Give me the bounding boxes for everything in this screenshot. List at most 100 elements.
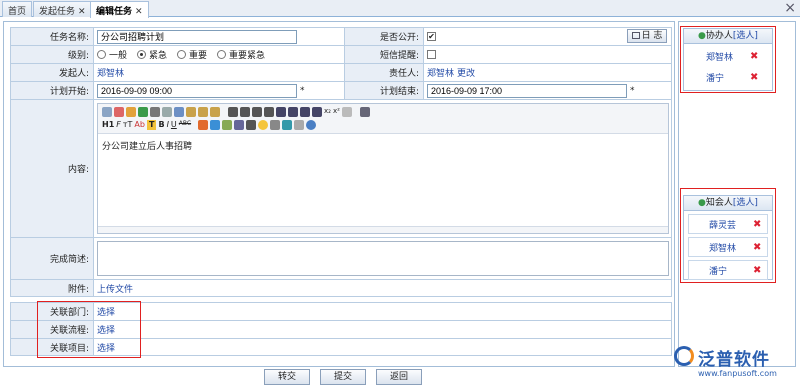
font-family-icon[interactable]: F: [116, 120, 121, 130]
heading-icon[interactable]: H1: [102, 120, 114, 130]
required-mark: *: [300, 85, 305, 96]
editor-resize-bar[interactable]: [98, 226, 668, 233]
toolbar-row-1: x₂ x²: [102, 107, 370, 117]
align-left-icon[interactable]: [228, 107, 238, 117]
task-form: 任务名称: 是否公开: ✔ 日 志 级别: 一般 紧急 重要 重要紧急 短信提醒…: [3, 21, 675, 367]
editor-toolbar: x₂ x² H1 F тT Ab T B I U ABC: [98, 104, 668, 134]
emoticon-icon[interactable]: [258, 120, 269, 130]
task-name-label: 任务名称:: [11, 28, 94, 45]
paste-text-icon[interactable]: [198, 107, 208, 117]
about-icon[interactable]: [306, 120, 317, 130]
row-attachment: 附件: 上传文件: [10, 279, 672, 297]
attachment-label: 附件:: [11, 280, 94, 296]
align-right-icon[interactable]: [252, 107, 262, 117]
image-icon[interactable]: [198, 120, 209, 130]
start-label: 计划开始:: [11, 82, 94, 99]
new-page-icon[interactable]: [114, 107, 124, 117]
rich-text-editor[interactable]: x₂ x² H1 F тT Ab T B I U ABC 分公司建立后人事招聘: [97, 103, 669, 234]
level-label: 级别:: [11, 46, 94, 63]
end-label: 计划结束:: [344, 82, 424, 99]
superscript-icon[interactable]: x²: [333, 107, 340, 117]
print-icon[interactable]: [150, 107, 160, 117]
tab-home[interactable]: 首页: [2, 1, 33, 17]
media-icon[interactable]: [222, 120, 233, 130]
text-highlight-icon[interactable]: T: [146, 120, 157, 130]
owner-label: 责任人:: [344, 64, 424, 81]
fanpu-logo: 泛普软件 www.fanpusoft.com: [672, 343, 798, 389]
toolbar-row-2: H1 F тT Ab T B I U ABC: [102, 120, 317, 130]
row-schedule: 计划开始: * 计划结束: *: [10, 81, 672, 99]
clear-format-icon[interactable]: [341, 107, 352, 117]
upload-file-link[interactable]: 上传文件: [97, 282, 133, 295]
back-button[interactable]: 返回: [376, 369, 422, 385]
row-initiator: 发起人: 郑智林 责任人: 郑智林 更改: [10, 63, 672, 81]
calendar-icon: [631, 32, 640, 39]
tab-edit-task[interactable]: 编辑任务 ✕: [90, 1, 149, 18]
strikethrough-icon[interactable]: ABC: [179, 120, 191, 130]
owner-value: 郑智林: [427, 69, 455, 79]
cut-icon[interactable]: [162, 107, 172, 117]
required-mark: *: [630, 85, 635, 96]
flash-icon[interactable]: [210, 120, 221, 130]
special-char-icon[interactable]: [270, 120, 281, 130]
log-button[interactable]: 日 志: [627, 29, 667, 43]
row-content: 内容: x₂ x² H1 F тT Ab T B I U ABC 分公司建立后人…: [10, 99, 672, 237]
public-checkbox[interactable]: ✔: [427, 32, 436, 41]
highlight-notify-box: [680, 188, 776, 283]
paste-word-icon[interactable]: [210, 107, 220, 117]
tab-create-task[interactable]: 发起任务 ✕: [33, 1, 92, 17]
link-icon[interactable]: [282, 120, 293, 130]
bold-icon[interactable]: B: [158, 120, 164, 130]
highlight-assist-box: [680, 26, 776, 93]
initiator-label: 发起人:: [11, 64, 94, 81]
summary-textarea[interactable]: [97, 241, 669, 276]
paste-icon[interactable]: [186, 107, 196, 117]
copy-icon[interactable]: [174, 107, 184, 117]
owner-change-link[interactable]: 更改: [457, 66, 475, 79]
undo-icon[interactable]: [126, 107, 136, 117]
close-icon[interactable]: ✕: [135, 7, 143, 17]
level-radio-group: 一般 紧急 重要 重要紧急: [94, 46, 344, 63]
hr-icon[interactable]: [246, 120, 257, 130]
level-option-normal[interactable]: 一般: [97, 48, 127, 61]
unlink-icon[interactable]: [294, 120, 305, 130]
source-icon[interactable]: [102, 107, 112, 117]
submit-button[interactable]: 提交: [320, 369, 366, 385]
unordered-list-icon[interactable]: [288, 107, 298, 117]
sms-checkbox[interactable]: [427, 50, 436, 59]
public-label: 是否公开:: [344, 28, 424, 45]
highlight-related-box: [37, 301, 141, 358]
table-icon[interactable]: [234, 120, 245, 130]
font-color-icon[interactable]: Ab: [134, 120, 145, 130]
select-pointer-icon[interactable]: [359, 107, 370, 117]
row-summary: 完成简述:: [10, 237, 672, 279]
task-name-input[interactable]: [97, 29, 297, 44]
row-level: 级别: 一般 紧急 重要 重要紧急 短信提醒:: [10, 45, 672, 63]
tab-bar: 首页 发起任务 ✕ 编辑任务 ✕ ×: [0, 0, 800, 18]
transfer-button[interactable]: 转交: [264, 369, 310, 385]
editor-content[interactable]: 分公司建立后人事招聘: [98, 134, 668, 157]
subscript-icon[interactable]: x₂: [324, 107, 331, 117]
close-icon[interactable]: ✕: [78, 7, 86, 17]
indent-icon[interactable]: [300, 107, 310, 117]
initiator-value: 郑智林: [97, 69, 125, 79]
ordered-list-icon[interactable]: [276, 107, 286, 117]
start-time-input[interactable]: [97, 83, 297, 98]
level-option-important[interactable]: 重要: [177, 48, 207, 61]
outdent-icon[interactable]: [312, 107, 322, 117]
underline-icon[interactable]: U: [171, 120, 177, 130]
row-task-name: 任务名称: 是否公开: ✔ 日 志: [10, 27, 672, 45]
sms-label: 短信提醒:: [344, 46, 424, 63]
logo-mark-icon: [674, 346, 694, 366]
close-all-icon[interactable]: ×: [784, 0, 796, 16]
level-option-urgent[interactable]: 紧急: [137, 48, 167, 61]
font-size-icon[interactable]: тT: [123, 120, 133, 130]
redo-icon[interactable]: [138, 107, 148, 117]
italic-icon[interactable]: I: [167, 120, 169, 130]
summary-label: 完成简述:: [11, 238, 94, 279]
align-justify-icon[interactable]: [264, 107, 274, 117]
end-time-input[interactable]: [427, 83, 627, 98]
content-label: 内容:: [11, 100, 94, 237]
align-center-icon[interactable]: [240, 107, 250, 117]
level-option-important-urgent[interactable]: 重要紧急: [217, 48, 265, 61]
